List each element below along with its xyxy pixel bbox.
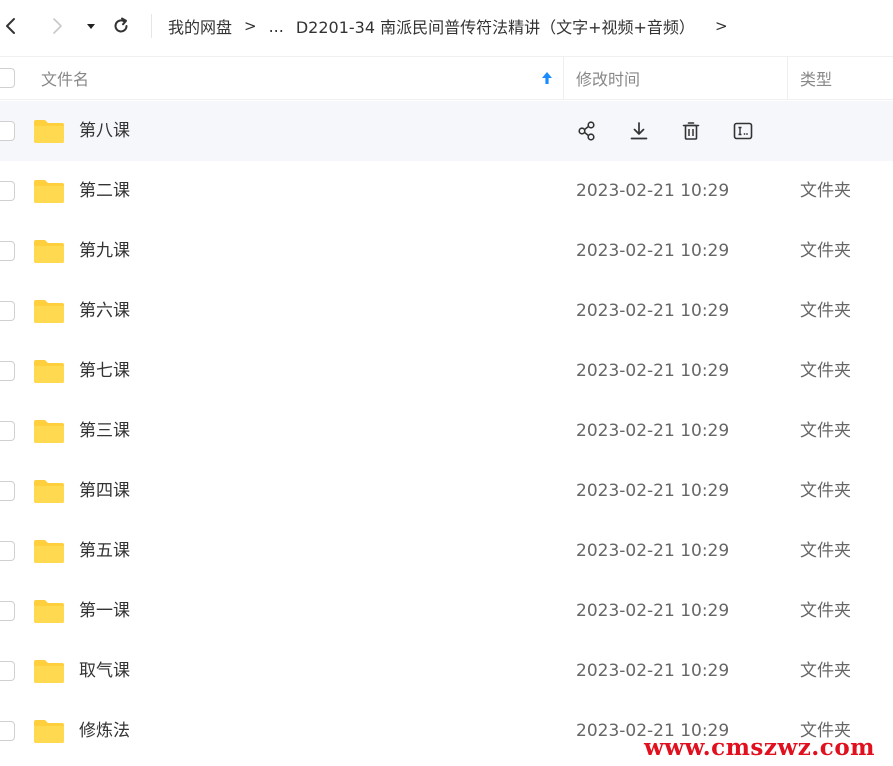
file-type: 文件夹 [800, 361, 851, 381]
file-name: 取气课 [79, 661, 130, 681]
table-row[interactable]: 第二课 2023-02-21 10:29 文件夹 [0, 161, 893, 221]
breadcrumb: 我的网盘 > ... D2201-34 南派民间普传符法精讲（文字+视频+音频）… [168, 14, 740, 38]
history-dropdown-icon [87, 24, 95, 29]
file-list-header: 文件名 修改时间 类型 [0, 56, 893, 100]
column-resize-handle[interactable] [563, 57, 564, 99]
file-type: 文件夹 [800, 421, 851, 441]
header-name[interactable]: 文件名 [41, 57, 89, 99]
row-checkbox[interactable] [0, 661, 15, 681]
history-dropdown-button[interactable] [78, 12, 104, 40]
file-name: 第四课 [79, 481, 130, 501]
folder-icon [34, 660, 64, 683]
forward-arrow-icon [53, 18, 62, 34]
rename-button[interactable] [730, 118, 756, 144]
row-checkbox[interactable] [0, 121, 15, 141]
file-manager-window: 我的网盘 > ... D2201-34 南派民间普传符法精讲（文字+视频+音频）… [0, 0, 893, 766]
column-resize-handle[interactable] [787, 57, 788, 99]
file-type: 文件夹 [800, 541, 851, 561]
row-checkbox[interactable] [0, 241, 15, 261]
folder-icon [34, 420, 64, 443]
file-modified-time: 2023-02-21 10:29 [576, 241, 730, 261]
row-actions [574, 118, 782, 144]
file-name: 第六课 [79, 301, 130, 321]
table-row[interactable]: 第四课 2023-02-21 10:29 文件夹 [0, 461, 893, 521]
folder-icon [34, 360, 64, 383]
file-modified-time: 2023-02-21 10:29 [576, 181, 730, 201]
back-button[interactable] [0, 12, 24, 40]
table-row[interactable]: 第三课 2023-02-21 10:29 文件夹 [0, 401, 893, 461]
file-modified-time: 2023-02-21 10:29 [576, 541, 730, 561]
file-type: 文件夹 [800, 481, 851, 501]
delete-icon [682, 122, 700, 140]
row-checkbox[interactable] [0, 541, 15, 561]
folder-icon [34, 600, 64, 623]
file-name: 第五课 [79, 541, 130, 561]
table-row[interactable]: 第六课 2023-02-21 10:29 文件夹 [0, 281, 893, 341]
file-modified-time: 2023-02-21 10:29 [576, 601, 730, 621]
folder-icon [34, 180, 64, 203]
row-checkbox[interactable] [0, 601, 15, 621]
file-name: 第二课 [79, 181, 130, 201]
header-modified-time[interactable]: 修改时间 [576, 57, 640, 99]
table-row[interactable]: 第八课 [0, 101, 893, 161]
file-modified-time: 2023-02-21 10:29 [576, 301, 730, 321]
row-checkbox[interactable] [0, 421, 15, 441]
refresh-button[interactable] [108, 12, 134, 40]
folder-icon [34, 300, 64, 323]
folder-icon [34, 540, 64, 563]
file-name: 第七课 [79, 361, 130, 381]
breadcrumb-separator: > [244, 17, 257, 35]
file-name: 修炼法 [79, 721, 130, 741]
file-name: 第一课 [79, 601, 130, 621]
file-name: 第三课 [79, 421, 130, 441]
table-row[interactable]: 第五课 2023-02-21 10:29 文件夹 [0, 521, 893, 581]
row-checkbox[interactable] [0, 181, 15, 201]
table-row[interactable]: 第七课 2023-02-21 10:29 文件夹 [0, 341, 893, 401]
file-modified-time: 2023-02-21 10:29 [576, 481, 730, 501]
file-type: 文件夹 [800, 601, 851, 621]
breadcrumb-item-my-drive[interactable]: 我的网盘 [168, 14, 232, 38]
folder-icon [34, 480, 64, 503]
file-modified-time: 2023-02-21 10:29 [576, 661, 730, 681]
row-checkbox[interactable] [0, 301, 15, 321]
header-type[interactable]: 类型 [800, 57, 832, 99]
back-arrow-icon [6, 18, 15, 34]
forward-button[interactable] [44, 12, 70, 40]
watermark: www.cmszwz.com [644, 734, 875, 761]
select-all-checkbox[interactable] [0, 68, 15, 88]
breadcrumb-separator: > [714, 17, 728, 35]
row-checkbox[interactable] [0, 721, 15, 741]
breadcrumb-item-ellipsis[interactable]: ... [269, 17, 284, 36]
file-name: 第九课 [79, 241, 130, 261]
file-type: 文件夹 [800, 301, 851, 321]
download-icon [630, 122, 648, 140]
folder-icon [34, 240, 64, 263]
file-type: 文件夹 [800, 181, 851, 201]
share-button[interactable] [574, 118, 600, 144]
file-type: 文件夹 [800, 661, 851, 681]
delete-button[interactable] [678, 118, 704, 144]
table-row[interactable]: 第九课 2023-02-21 10:29 文件夹 [0, 221, 893, 281]
file-modified-time: 2023-02-21 10:29 [576, 421, 730, 441]
breadcrumb-item-current-folder[interactable]: D2201-34 南派民间普传符法精讲（文字+视频+音频） [296, 14, 695, 38]
row-checkbox[interactable] [0, 361, 15, 381]
table-row[interactable]: 第一课 2023-02-21 10:29 文件夹 [0, 581, 893, 641]
sort-ascending-arrow-icon[interactable] [540, 70, 554, 86]
file-name: 第八课 [79, 121, 130, 141]
folder-icon [34, 720, 64, 743]
table-row[interactable]: 取气课 2023-02-21 10:29 文件夹 [0, 641, 893, 701]
folder-icon [34, 120, 64, 143]
row-checkbox[interactable] [0, 481, 15, 501]
nav-divider [151, 14, 152, 38]
rename-icon [733, 122, 753, 140]
file-type: 文件夹 [800, 241, 851, 261]
navigation-bar: 我的网盘 > ... D2201-34 南派民间普传符法精讲（文字+视频+音频）… [0, 0, 893, 52]
file-modified-time: 2023-02-21 10:29 [576, 361, 730, 381]
file-list: 第八课 第二课 2023-02-21 10:29 文件夹 第九课 2023-02… [0, 101, 893, 761]
share-icon [578, 121, 595, 141]
refresh-icon [114, 17, 128, 33]
download-button[interactable] [626, 118, 652, 144]
